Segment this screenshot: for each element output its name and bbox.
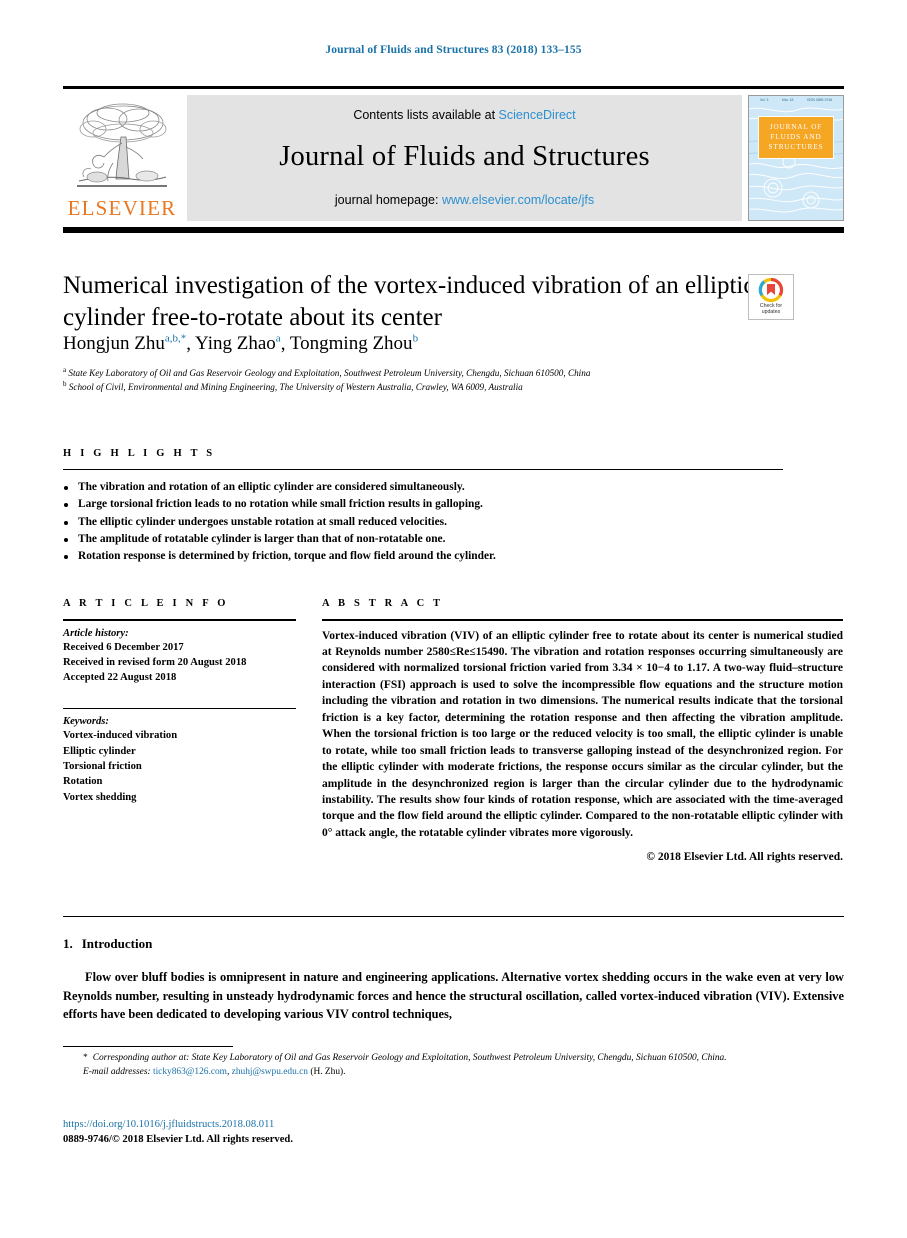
footnote-divider: [63, 1046, 233, 1047]
keywords-rule: [63, 707, 296, 710]
list-item: The elliptic cylinder undergoes unstable…: [63, 514, 783, 531]
affiliation-list: a State Key Laboratory of Oil and Gas Re…: [63, 366, 838, 394]
email-link-secondary[interactable]: zhuhj@swpu.edu.cn: [232, 1067, 308, 1077]
crossmark-line2: updates: [761, 309, 781, 316]
abstract-section: A B S T R A C T Vortex-induced vibration…: [322, 598, 843, 863]
affiliation-b: b School of Civil, Environmental and Min…: [63, 380, 838, 394]
author-list: Hongjun Zhua,b,*, Ying Zhaoa, Tongming Z…: [63, 333, 823, 355]
keyword-item: Elliptic cylinder: [63, 745, 136, 757]
author-sep-2: ,: [280, 333, 290, 355]
abstract-rule: [322, 619, 843, 621]
list-item: Large torsional friction leads to no rot…: [63, 496, 783, 513]
list-item: The vibration and rotation of an ellipti…: [63, 479, 783, 496]
elsevier-wordmark: ELSEVIER: [67, 195, 177, 220]
footnote-star-marker: *: [83, 1053, 88, 1063]
author-3-name: Tongming Zhou: [289, 333, 413, 355]
sciencedirect-link[interactable]: ScienceDirect: [499, 108, 576, 122]
journal-cover-thumbnail: Vol. 3 Mar. 18 ISSN 0889-9746 JOURNAL OF…: [748, 94, 844, 221]
journal-masthead: ELSEVIER Contents lists available at Sci…: [63, 86, 844, 233]
author-1: Hongjun Zhua,b,*: [63, 333, 186, 354]
page-title: Numerical investigation of the vortex-in…: [63, 272, 755, 331]
list-item: The amplitude of rotatable cylinder is l…: [63, 531, 783, 548]
abstract-text: Vortex-induced vibration (VIV) of an ell…: [322, 629, 843, 839]
highlights-list: The vibration and rotation of an ellipti…: [63, 479, 783, 566]
cover-vol: Vol. 3: [759, 98, 769, 102]
article-info-heading: A R T I C L E I N F O: [63, 598, 229, 609]
highlights-rule: [63, 469, 783, 470]
journal-title: Journal of Fluids and Structures: [279, 141, 650, 172]
cover-date: Mar. 18: [782, 98, 794, 102]
elsevier-tree-icon: [72, 97, 172, 196]
article-history-label: Article history:: [63, 627, 129, 639]
article-info-section: A R T I C L E I N F O Article history: R…: [63, 598, 296, 805]
introduction-title: Introduction: [81, 936, 153, 951]
issn-copyright-line: 0889-9746/© 2018 Elsevier Ltd. All right…: [63, 1133, 293, 1145]
cover-issue-line: Vol. 3 Mar. 18 ISSN 0889-9746: [749, 96, 843, 105]
footnote-block: * Corresponding author at: State Key Labo…: [63, 1052, 844, 1080]
check-for-updates-badge[interactable]: Check for updates: [748, 274, 794, 320]
introduction-heading: 1. Introduction: [63, 936, 844, 952]
crossmark-line1: Check for: [759, 303, 783, 309]
journal-homepage-line: journal homepage: www.elsevier.com/locat…: [335, 193, 594, 207]
paper-page: Journal of Fluids and Structures 83 (201…: [0, 0, 907, 1238]
keyword-item: Vortex shedding: [63, 791, 137, 803]
email-owner: (H. Zhu).: [307, 1066, 346, 1077]
contents-available-line: Contents lists available at ScienceDirec…: [353, 108, 575, 122]
author-2: Ying Zhaoa: [195, 333, 281, 354]
crossmark-label: Check for updates: [760, 303, 782, 316]
journal-band: Contents lists available at ScienceDirec…: [187, 94, 742, 221]
author-1-name: Hongjun Zhu: [63, 333, 165, 355]
homepage-prefix: journal homepage:: [334, 192, 442, 207]
author-2-name: Ying Zhao: [195, 333, 276, 355]
journal-homepage-link[interactable]: www.elsevier.com/locate/jfs: [442, 193, 594, 207]
affiliation-b-text: School of Civil, Environmental and Minin…: [68, 382, 523, 393]
abstract-copyright: © 2018 Elsevier Ltd. All rights reserved…: [646, 851, 843, 864]
introduction-section: 1. Introduction Flow over bluff bodies is…: [63, 936, 844, 1024]
introduction-paragraph: Flow over bluff bodies is omnipresent in…: [63, 970, 844, 1022]
corresponding-author-note: * Corresponding author at: State Key Labo…: [63, 1052, 844, 1066]
keyword-item: Rotation: [63, 776, 103, 788]
cover-title-line1: JOURNAL OF: [769, 122, 823, 131]
doi-block: https://doi.org/10.1016/j.jfluidstructs.…: [63, 1118, 663, 1148]
crossmark-icon: [758, 278, 784, 302]
corresponding-author-text: Corresponding author at: State Key Labor…: [92, 1053, 727, 1063]
masthead-top-rule: [63, 86, 844, 89]
email-addresses-line: E-mail addresses: ticky863@126.com, zhuh…: [63, 1066, 844, 1080]
doi-link[interactable]: https://doi.org/10.1016/j.jfluidstructs.…: [63, 1118, 663, 1133]
author-3: Tongming Zhoub: [290, 333, 418, 354]
highlights-section: H I G H L I G H T S The vibration and ro…: [63, 448, 783, 566]
keyword-item: Vortex-induced vibration: [63, 730, 178, 742]
author-1-affil-marker[interactable]: a,b,*: [165, 333, 186, 345]
email-addresses-label: E-mail addresses:: [83, 1066, 151, 1077]
cover-title-line2: FLUIDS AND: [770, 132, 822, 141]
affiliation-a-marker: a: [63, 366, 67, 374]
affiliation-b-marker: b: [63, 380, 67, 389]
cover-title-box: JOURNAL OF FLUIDS AND STRUCTURES: [758, 115, 834, 159]
list-item: Rotation response is determined by frict…: [63, 548, 783, 565]
abstract-heading: A B S T R A C T: [322, 598, 444, 609]
author-3-affil-marker[interactable]: b: [413, 333, 419, 345]
keywords-label: Keywords:: [63, 716, 109, 728]
running-head: Journal of Fluids and Structures 83 (201…: [325, 44, 582, 56]
affiliation-a-text: State Key Laboratory of Oil and Gas Rese…: [68, 368, 591, 379]
elsevier-logo: ELSEVIER: [63, 95, 181, 221]
article-history-revised: Received in revised form 20 August 2018: [63, 656, 247, 668]
masthead-bottom-rule: [63, 226, 844, 233]
introduction-number: 1.: [63, 936, 73, 951]
article-info-rule: [63, 619, 296, 621]
cover-issn: ISSN 0889-9746: [807, 98, 833, 102]
cover-title-line3: STRUCTURES: [768, 143, 824, 152]
author-sep-1: ,: [186, 333, 196, 355]
affiliation-a: a State Key Laboratory of Oil and Gas Re…: [63, 366, 838, 380]
title-block: Numerical investigation of the vortex-in…: [63, 270, 763, 333]
keyword-item: Torsional friction: [63, 760, 142, 772]
article-history-received: Received 6 December 2017: [63, 641, 184, 653]
intro-divider: [63, 916, 844, 917]
contents-prefix: Contents lists available at: [353, 107, 499, 122]
highlights-heading: H I G H L I G H T S: [63, 448, 216, 459]
email-link-primary[interactable]: ticky863@126.com: [153, 1067, 227, 1077]
article-history-accepted: Accepted 22 August 2018: [63, 672, 177, 684]
